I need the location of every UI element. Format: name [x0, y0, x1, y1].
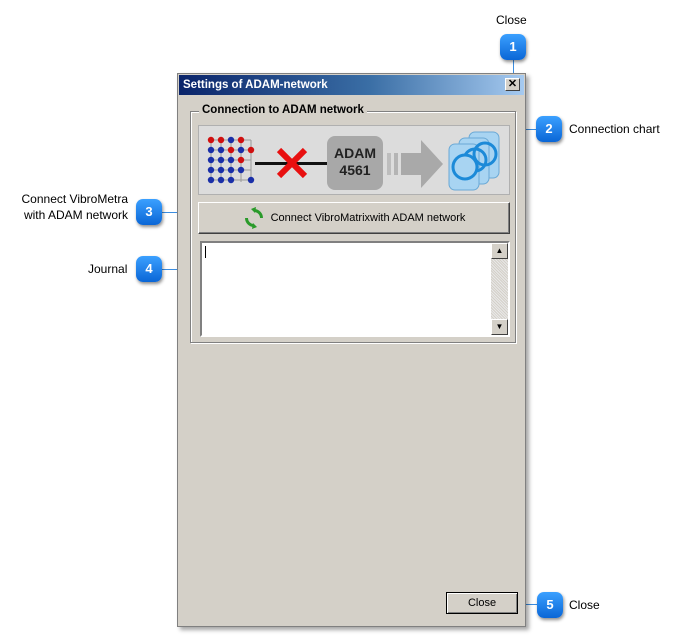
- callout-1-badge: 1: [500, 34, 526, 60]
- network-devices-icon: [448, 131, 500, 191]
- callout-3-label: Connect VibroMetra with ADAM network: [10, 191, 129, 223]
- connect-button[interactable]: Connect VibroMatrixwith ADAM network: [198, 202, 510, 234]
- refresh-icon: [244, 207, 263, 229]
- adam-device-name: ADAM: [334, 145, 376, 161]
- callout-4-badge: 4: [136, 256, 162, 282]
- callout-2-badge: 2: [536, 116, 562, 142]
- red-x-icon: [276, 147, 308, 179]
- callout-5-label: Close: [569, 598, 600, 612]
- group-title: Connection to ADAM network: [199, 104, 367, 116]
- settings-dialog: Settings of ADAM-network ✕ Connection to…: [177, 73, 526, 627]
- title-bar: Settings of ADAM-network ✕: [179, 75, 524, 95]
- journal-textarea[interactable]: ▲ ▼: [200, 241, 510, 337]
- arrow-right-icon: [387, 140, 443, 188]
- connect-button-label: Connect VibroMatrixwith ADAM network: [270, 212, 466, 224]
- vibromatrix-grid-icon: [207, 136, 255, 184]
- callout-2-label: Connection chart: [569, 122, 660, 136]
- callout-3-badge: 3: [136, 199, 162, 225]
- scroll-down-icon[interactable]: ▼: [491, 319, 508, 335]
- close-icon: ✕: [507, 78, 518, 90]
- window-title: Settings of ADAM-network: [183, 79, 328, 91]
- text-caret: [205, 246, 206, 258]
- callout-5-badge: 5: [537, 592, 563, 618]
- adam-device-model: 4561: [339, 162, 371, 178]
- callout-1-label: Close: [496, 13, 527, 27]
- callout-4-label: Journal: [88, 262, 128, 276]
- callout-3-label-line1: Connect VibroMetra: [21, 192, 129, 206]
- scroll-up-icon[interactable]: ▲: [491, 243, 508, 259]
- close-button[interactable]: Close: [446, 592, 518, 614]
- connection-chart: ADAM 4561: [198, 125, 510, 195]
- adam-device-box: ADAM 4561: [327, 136, 383, 190]
- callout-3-label-line2: with ADAM network: [23, 208, 128, 222]
- journal-scrollbar[interactable]: ▲ ▼: [491, 243, 508, 335]
- window-close-button[interactable]: ✕: [505, 78, 520, 91]
- connection-groupbox: Connection to ADAM network ADAM 4561 Con…: [190, 104, 516, 343]
